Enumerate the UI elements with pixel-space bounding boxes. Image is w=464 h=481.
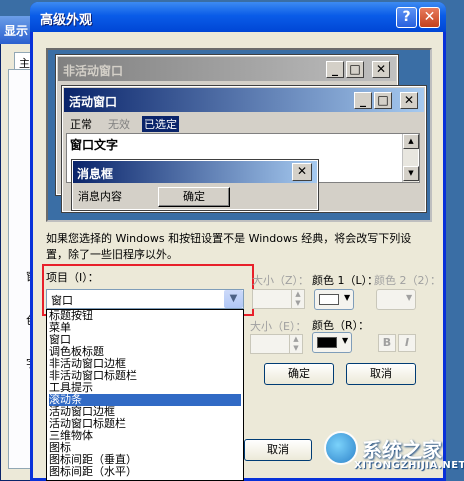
color1-picker[interactable]: ▼ <box>314 289 354 310</box>
dropdown-arrow-icon: ▼ <box>342 336 349 345</box>
list-item[interactable]: 菜单 <box>49 322 241 334</box>
dropdown-arrow-icon: ▼ <box>406 293 413 302</box>
ok-button[interactable]: 确定 <box>264 363 334 385</box>
preview-menu-selected: 已选定 <box>142 116 179 132</box>
italic-button: I <box>398 334 416 352</box>
warning-text: 如果您选择的 Windows 和按钮设置不是 Windows 经典，将会改写下列… <box>46 232 412 261</box>
item-size-input <box>252 289 292 309</box>
font-size-label: 大小（E）： <box>250 320 307 333</box>
color2-label: 颜色 2（2）： <box>374 274 441 287</box>
font-size-spinner-icon: ▲ ▼ <box>289 334 303 354</box>
preview-menu-disabled: 无效 <box>108 118 130 131</box>
inactive-maximize-icon: □ <box>346 61 364 78</box>
list-item[interactable]: 三维物体 <box>49 430 241 442</box>
font-color-swatch <box>317 337 337 348</box>
watermark-logo-icon <box>324 431 358 465</box>
scroll-up-icon: ▲ <box>403 134 419 149</box>
preview-menu-normal: 正常 <box>70 118 92 131</box>
watermark-text: 系统之家 <box>362 438 442 462</box>
dropdown-arrow-icon: ▼ <box>344 293 351 302</box>
bold-button: B <box>378 334 396 352</box>
preview-window-text: 窗口文字 <box>70 138 119 152</box>
preview-message-box-title: 消息框 <box>73 161 317 183</box>
list-item[interactable]: 标题按钮 <box>49 310 241 322</box>
background-cancel-button[interactable]: 取消 <box>244 439 312 461</box>
cancel-button[interactable]: 取消 <box>346 363 416 385</box>
active-minimize-icon: _ <box>354 92 372 109</box>
help-button[interactable]: ? <box>396 7 417 28</box>
active-close-icon: ✕ <box>400 92 418 109</box>
color2-picker: ▼ <box>376 289 416 310</box>
message-box-close-icon: ✕ <box>292 163 312 181</box>
inactive-close-icon: ✕ <box>372 61 390 78</box>
dialog-title: 高级外观 <box>40 13 93 28</box>
item-dropdown-list[interactable]: 标题按钮 菜单 窗口 调色板标题 非活动窗口边框 非活动窗口标题栏 工具提示 滚… <box>46 309 244 481</box>
preview-ok-button: 确定 <box>158 187 230 207</box>
list-item[interactable]: 图标间距（水平） <box>49 466 241 478</box>
preview-message-content: 消息内容 <box>78 190 122 203</box>
item-size-spinner-icon: ▲ ▼ <box>291 289 305 309</box>
active-maximize-icon: □ <box>374 92 392 109</box>
font-color-picker[interactable]: ▼ <box>312 332 352 353</box>
font-color-label: 颜色（R）： <box>312 319 370 332</box>
item-size-label: 大小（Z）： <box>252 274 310 287</box>
watermark-url: XITONGZHIJIA.NET <box>354 460 464 471</box>
color1-swatch <box>319 294 339 305</box>
scroll-down-icon: ▼ <box>403 166 419 181</box>
dialog-titlebar[interactable] <box>30 2 446 32</box>
inactive-minimize-icon: _ <box>326 61 344 78</box>
close-button[interactable]: ✕ <box>419 7 440 28</box>
preview-scrollbar: ▲ ▼ <box>402 134 419 182</box>
color1-label: 颜色 1（L）： <box>312 274 379 287</box>
font-size-input <box>250 334 290 354</box>
